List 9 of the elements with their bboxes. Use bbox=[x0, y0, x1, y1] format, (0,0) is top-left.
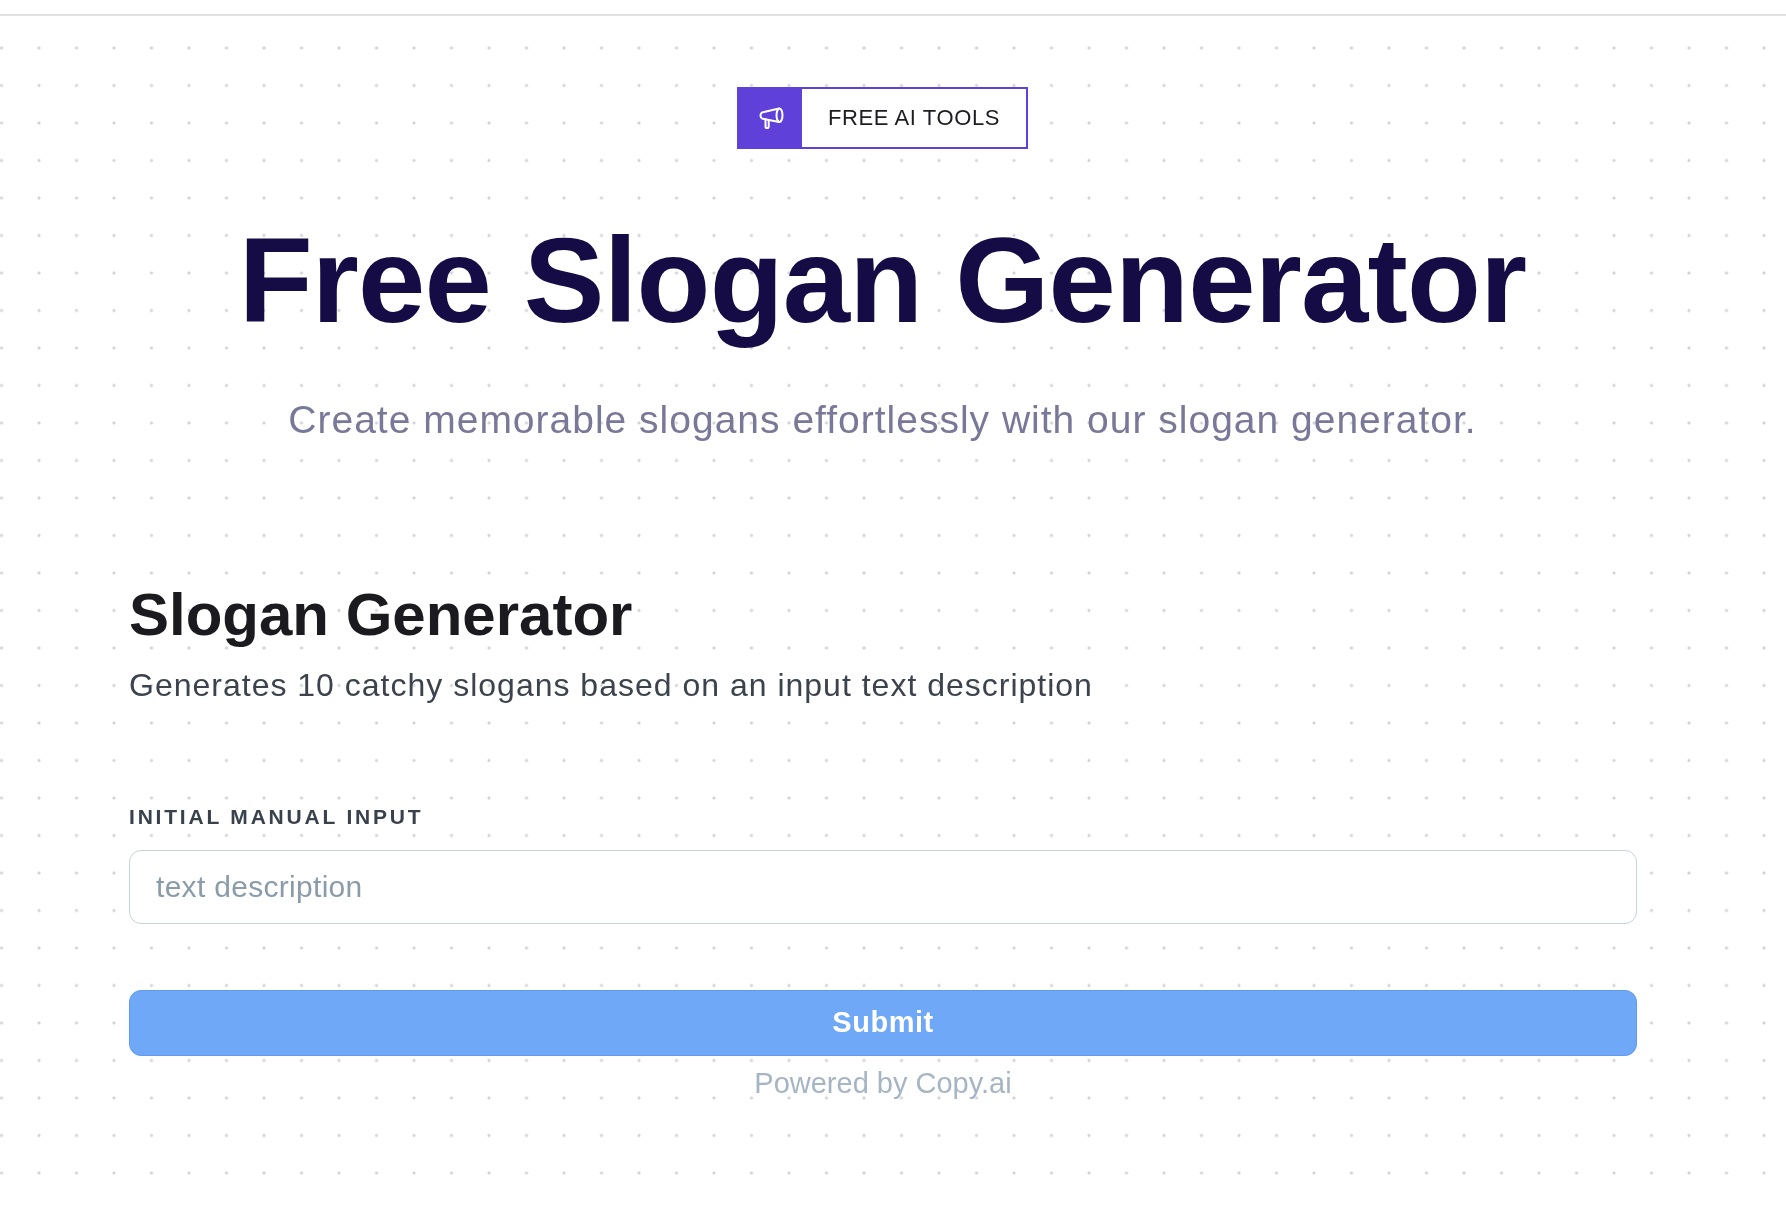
powered-by-text: Powered by Copy.ai bbox=[754, 1065, 1012, 1101]
text-input-field[interactable]: text description bbox=[129, 849, 1637, 924]
tool-description: Generates 10 catchy slogans based on an input text description bbox=[129, 666, 1093, 705]
tool-title: Slogan Generator bbox=[129, 580, 633, 650]
badge-label: FREE AI TOOLS bbox=[826, 104, 1002, 132]
submit-button[interactable]: Submit bbox=[129, 989, 1637, 1056]
page-title: Free Slogan Generator bbox=[238, 211, 1527, 350]
page-subtitle: Create memorable slogans effortlessly with our slogan generator. bbox=[288, 397, 1477, 444]
field-label: INITIAL MANUAL INPUT bbox=[129, 804, 424, 830]
